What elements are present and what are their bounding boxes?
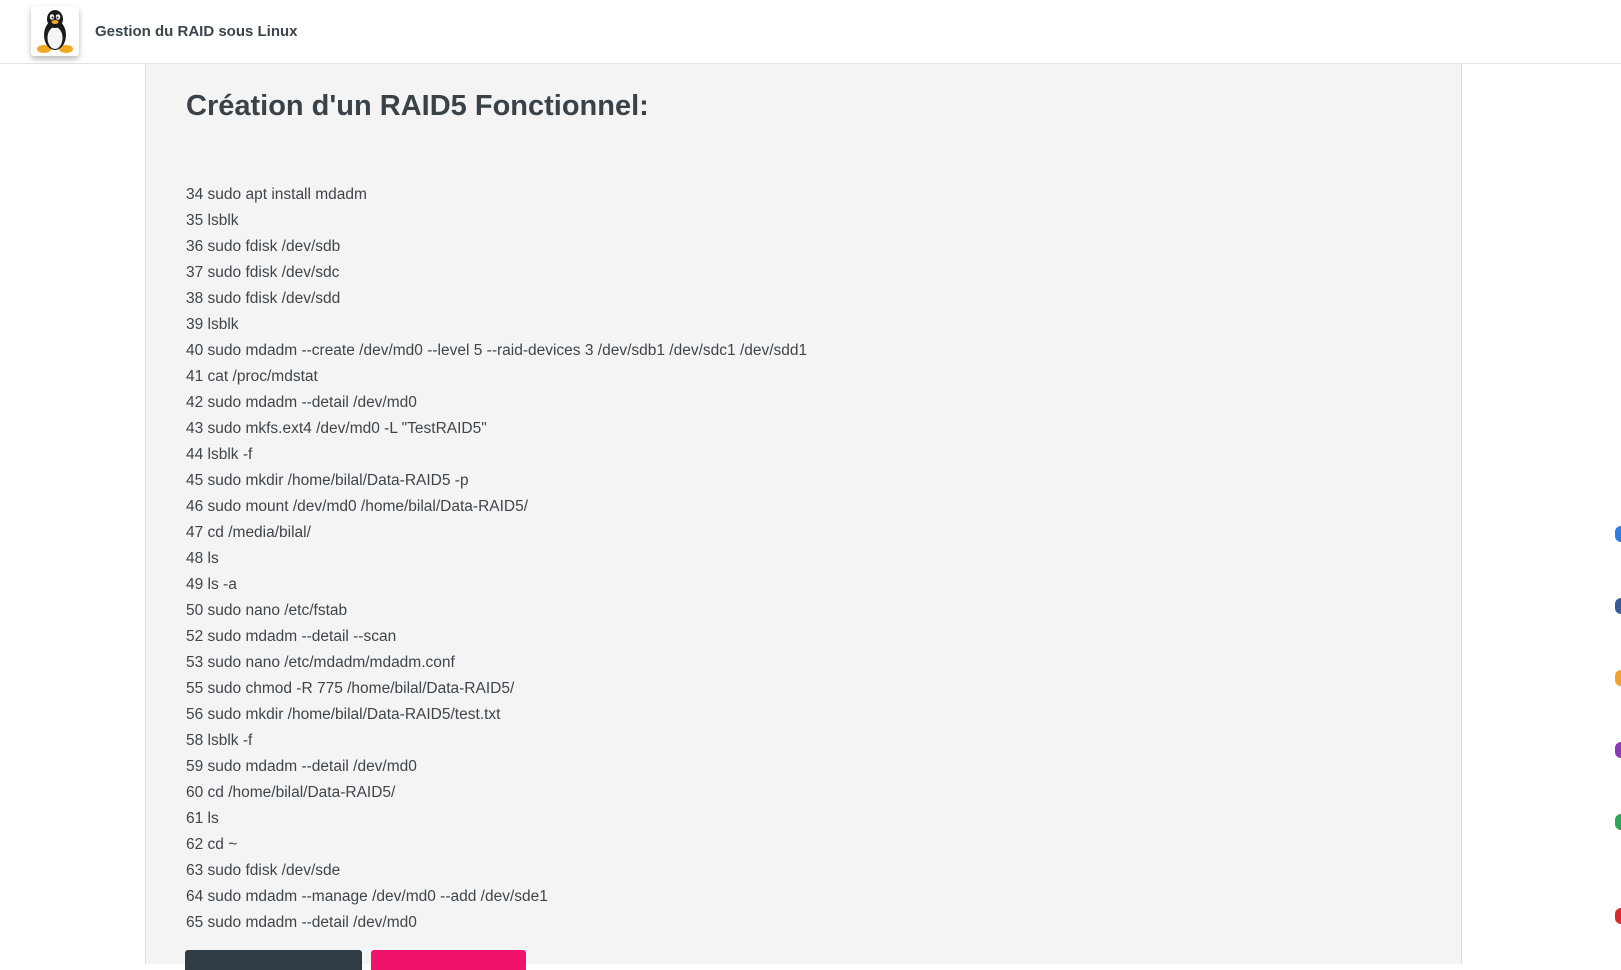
share-button-purple[interactable] [1615, 742, 1621, 758]
command-line: 64 sudo mdadm --manage /dev/md0 --add /d… [186, 888, 548, 905]
command-line: 34 sudo apt install mdadm [186, 186, 367, 203]
command-line: 35 lsblk [186, 212, 239, 229]
content-panel: Création d'un RAID5 Fonctionnel: 34 sudo… [145, 64, 1462, 964]
command-line: 49 ls -a [186, 576, 237, 593]
command-line: 44 lsblk -f [186, 446, 253, 463]
command-line: 41 cat /proc/mdstat [186, 368, 318, 385]
command-line: 38 sudo fdisk /dev/sdd [186, 290, 341, 307]
command-line: 42 sudo mdadm --detail /dev/md0 [186, 394, 417, 411]
linux-tux-icon[interactable] [31, 6, 79, 56]
command-line: 52 sudo mdadm --detail --scan [186, 628, 397, 645]
page-heading: Création d'un RAID5 Fonctionnel: [186, 90, 649, 122]
command-line: 37 sudo fdisk /dev/sdc [186, 264, 340, 281]
command-line: 48 ls [186, 550, 219, 567]
command-line: 43 sudo mkfs.ext4 /dev/md0 -L "TestRAID5… [186, 420, 487, 437]
command-line: 61 ls [186, 810, 219, 827]
command-line: 58 lsblk -f [186, 732, 253, 749]
share-button-green[interactable] [1615, 814, 1621, 830]
command-line: 60 cd /home/bilal/Data-RAID5/ [186, 784, 396, 801]
command-line: 55 sudo chmod -R 775 /home/bilal/Data-RA… [186, 680, 515, 697]
command-line: 59 sudo mdadm --detail /dev/md0 [186, 758, 417, 775]
share-button-orange[interactable] [1615, 670, 1621, 686]
command-line: 46 sudo mount /dev/md0 /home/bilal/Data-… [186, 498, 529, 515]
command-line: 53 sudo nano /etc/mdadm/mdadm.conf [186, 654, 455, 671]
command-line: 47 cd /media/bilal/ [186, 524, 311, 541]
share-button-blue[interactable] [1615, 526, 1621, 542]
command-line: 39 lsblk [186, 316, 239, 333]
share-button-red[interactable] [1615, 908, 1621, 924]
floating-share-bar [1613, 0, 1621, 958]
command-history-list: 34 sudo apt install mdadm 35 lsblk 36 su… [186, 182, 807, 936]
site-title[interactable]: Gestion du RAID sous Linux [95, 23, 298, 40]
command-line: 65 sudo mdadm --detail /dev/md0 [186, 914, 417, 931]
command-line: 40 sudo mdadm --create /dev/md0 --level … [186, 342, 808, 359]
primary-button[interactable] [185, 950, 362, 970]
command-line: 63 sudo fdisk /dev/sde [186, 862, 341, 879]
command-line: 45 sudo mkdir /home/bilal/Data-RAID5 -p [186, 472, 469, 489]
command-line: 56 sudo mkdir /home/bilal/Data-RAID5/tes… [186, 706, 501, 723]
share-button-navy[interactable] [1615, 598, 1621, 614]
command-line: 50 sudo nano /etc/fstab [186, 602, 348, 619]
command-line: 62 cd ~ [186, 836, 238, 853]
command-line: 36 sudo fdisk /dev/sdb [186, 238, 341, 255]
top-navbar: Gestion du RAID sous Linux [0, 0, 1621, 64]
accent-button[interactable] [371, 950, 526, 970]
